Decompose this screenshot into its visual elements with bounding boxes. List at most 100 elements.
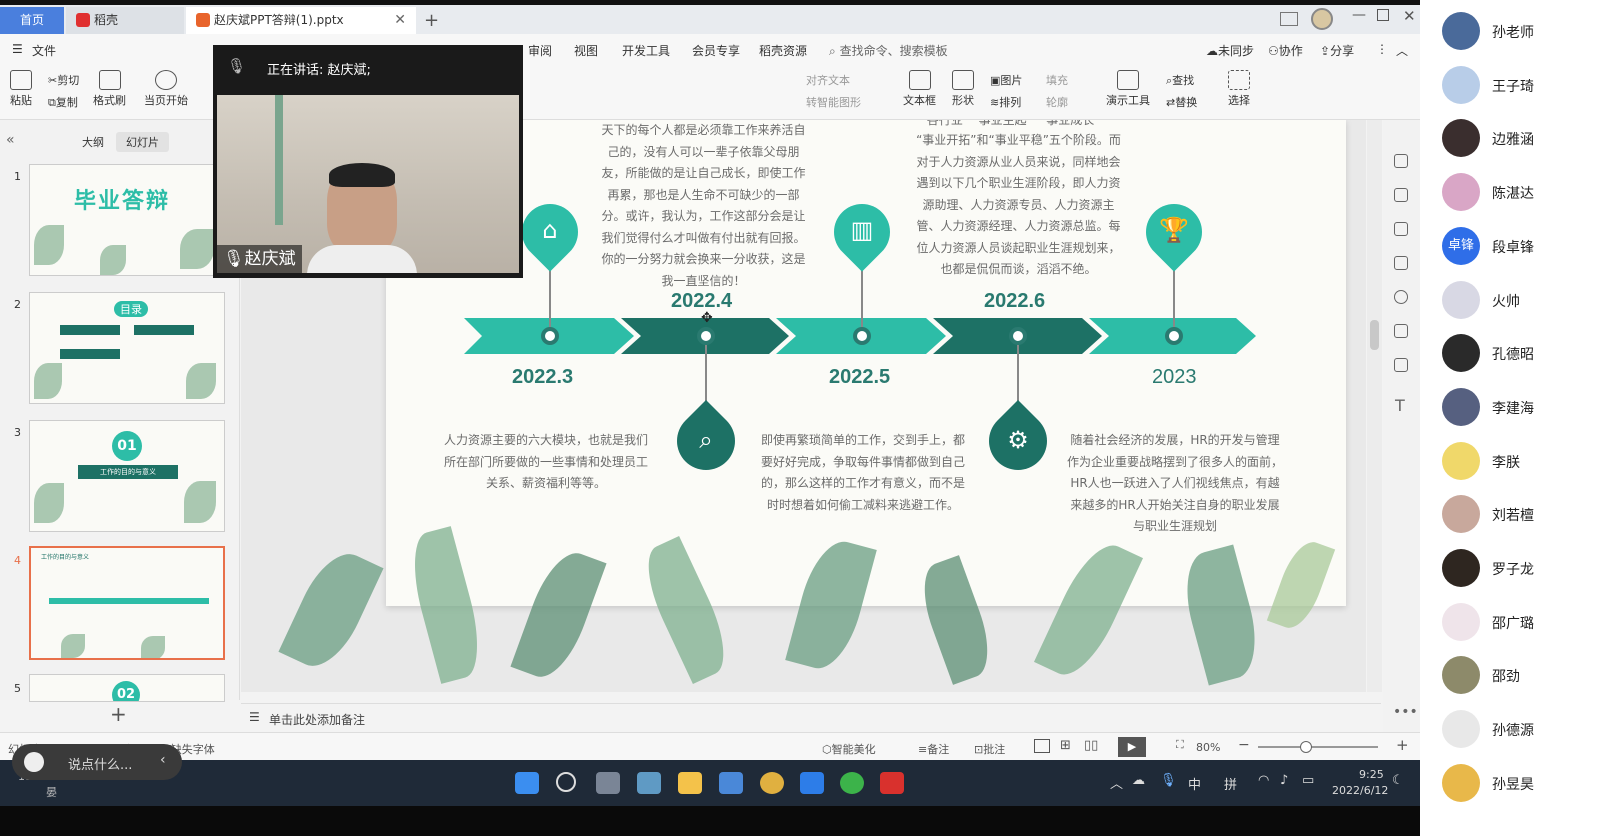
image-icon[interactable]	[1394, 324, 1408, 338]
location-icon[interactable]	[1394, 358, 1408, 372]
notes-bar[interactable]: ☰ 单击此处添加备注	[241, 703, 1381, 731]
play-current-button[interactable]: 当页开始	[144, 70, 188, 108]
restore-icon[interactable]	[1377, 9, 1389, 21]
notification-icon[interactable]: ☾	[1392, 773, 1404, 788]
volume-icon[interactable]: ♪	[1280, 773, 1288, 788]
tray-chevron-icon[interactable]: ︿	[1110, 773, 1123, 792]
select-button[interactable]: 选择	[1228, 70, 1250, 108]
notes-button[interactable]: ≡备注	[918, 741, 949, 757]
wechat-icon[interactable]	[840, 772, 864, 794]
ime-mode[interactable]: 拼	[1224, 774, 1237, 793]
layout-icon[interactable]	[1280, 12, 1298, 26]
participant-item[interactable]: 李朕	[1442, 441, 1602, 482]
collapse-panel-icon[interactable]: «	[6, 132, 15, 148]
speaker-video[interactable]: 🎙 正在讲话: 赵庆斌; 🎙赵庆斌	[213, 45, 523, 278]
slide-thumb-5[interactable]: 02	[29, 674, 225, 702]
add-slide-button[interactable]: +	[110, 702, 127, 726]
participant-item[interactable]: 邵劲	[1442, 656, 1602, 696]
battery-icon[interactable]: ▭	[1302, 773, 1314, 788]
task-view-icon[interactable]	[596, 772, 620, 794]
wps-icon[interactable]	[880, 772, 904, 794]
wifi-icon[interactable]: ◠	[1258, 773, 1269, 788]
sync-status[interactable]: ☁未同步	[1206, 42, 1254, 59]
play-slideshow-button[interactable]: ▶	[1118, 737, 1146, 757]
meeting-app-icon[interactable]	[800, 772, 824, 794]
scroll-thumb[interactable]	[1370, 320, 1379, 350]
menu-member[interactable]: 会员专享	[692, 42, 740, 59]
slide-thumb-1[interactable]: 毕业答辩	[29, 164, 225, 276]
normal-view-icon[interactable]	[1034, 739, 1050, 753]
participant-item[interactable]: 边雅涵	[1442, 119, 1602, 159]
tab-slides[interactable]: 幻灯片	[116, 132, 169, 152]
collab-button[interactable]: ⚇协作	[1268, 42, 1303, 59]
menu-file[interactable]: 文件	[32, 42, 56, 59]
fit-icon[interactable]: ⛶	[1176, 738, 1184, 752]
text-icon[interactable]: T	[1395, 396, 1405, 415]
replace-button[interactable]: ⇄替换	[1166, 94, 1197, 110]
participant-item[interactable]: 卓锋 段卓锋	[1442, 226, 1602, 267]
paste-button[interactable]: 粘贴	[10, 70, 32, 108]
current-slide[interactable]: 天下的每个人都是必须靠工作来养活自己的，没有人可以一辈子依靠父母朋友，所能做的是…	[386, 120, 1346, 606]
tab-docer[interactable]: 稻壳	[66, 7, 184, 34]
outline-button[interactable]: 轮廓	[1046, 94, 1068, 110]
textbox-button[interactable]: 文本框	[903, 70, 936, 108]
user-avatar[interactable]	[1311, 8, 1333, 30]
chrome-icon[interactable]	[760, 772, 784, 794]
minimize-icon[interactable]: —	[1352, 7, 1366, 23]
participant-item[interactable]: 火帅	[1442, 280, 1602, 321]
tab-home[interactable]: 首页	[0, 7, 64, 34]
participant-item[interactable]: 孙昱昊	[1442, 763, 1602, 804]
zoom-in-icon[interactable]: +	[1396, 736, 1409, 754]
ime-language[interactable]: 中	[1188, 774, 1201, 793]
share-button[interactable]: ⇪分享	[1320, 42, 1354, 59]
onedrive-icon[interactable]: ☁	[1132, 773, 1145, 788]
beautify-button[interactable]: ⬡智能美化	[822, 741, 876, 757]
new-tab-button[interactable]: +	[424, 7, 439, 34]
zoom-out-icon[interactable]: −	[1238, 737, 1250, 753]
search-icon[interactable]	[556, 772, 576, 792]
smart-shape-button[interactable]: 转智能图形	[806, 94, 861, 110]
vertical-scrollbar[interactable]	[1367, 120, 1382, 692]
participant-item[interactable]: 刘若檀	[1442, 495, 1602, 535]
comments-button[interactable]: ⊡批注	[974, 741, 1005, 757]
star-icon[interactable]	[1394, 222, 1408, 236]
collapse-ribbon-icon[interactable]: ︿	[1396, 42, 1408, 59]
picture-button[interactable]: ▣图片	[990, 72, 1022, 88]
shape-button[interactable]: 形状	[952, 70, 974, 108]
find-button[interactable]: ⌕查找	[1166, 72, 1194, 88]
participant-item[interactable]: 孔德昭	[1442, 334, 1602, 374]
chat-input[interactable]: 说点什么... ‹	[12, 744, 182, 780]
file-explorer-icon[interactable]	[678, 772, 702, 794]
zoom-level[interactable]: 80%	[1196, 741, 1220, 754]
zoom-slider-handle[interactable]	[1300, 741, 1312, 753]
menu-review[interactable]: 审阅	[528, 42, 552, 59]
windows-start-icon[interactable]	[515, 772, 539, 794]
participant-item[interactable]: 孙老师	[1442, 12, 1602, 52]
store-icon[interactable]	[719, 772, 743, 794]
participant-item[interactable]: 邵广璐	[1442, 602, 1602, 643]
participant-item[interactable]: 罗子龙	[1442, 549, 1602, 589]
participant-item[interactable]: 李建海	[1442, 387, 1602, 428]
align-text-button[interactable]: 对齐文本	[806, 72, 850, 88]
participant-item[interactable]: 王子琦	[1442, 65, 1602, 106]
more-icon[interactable]: ⋮	[1376, 42, 1388, 56]
grid-view-icon[interactable]: ⊞	[1060, 738, 1071, 753]
menu-developer[interactable]: 开发工具	[622, 42, 670, 59]
cut-button[interactable]: ✂剪切	[48, 72, 79, 88]
sliders-icon[interactable]	[1394, 188, 1408, 202]
help-icon[interactable]	[1394, 290, 1408, 304]
slide-thumb-2[interactable]: 目录	[29, 292, 225, 404]
slide-thumb-4[interactable]: 工作的目的与意义	[29, 546, 225, 660]
format-painter-button[interactable]: 格式刷	[93, 70, 126, 108]
copy-icon[interactable]	[1394, 256, 1408, 270]
tab-outline[interactable]: 大纲	[82, 134, 104, 150]
reading-view-icon[interactable]: ▯▯	[1084, 738, 1098, 753]
menu-view[interactable]: 视图	[574, 42, 598, 59]
photos-icon[interactable]	[637, 772, 661, 794]
microphone-icon[interactable]: 🎙	[1160, 773, 1177, 788]
rocket-icon[interactable]	[1394, 154, 1408, 168]
command-search[interactable]: ⌕ 查找命令、搜索模板	[829, 42, 948, 59]
presentation-tools-button[interactable]: 演示工具	[1106, 70, 1150, 108]
fill-button[interactable]: 填充	[1046, 72, 1068, 88]
hamburger-icon[interactable]: ☰	[12, 42, 23, 56]
